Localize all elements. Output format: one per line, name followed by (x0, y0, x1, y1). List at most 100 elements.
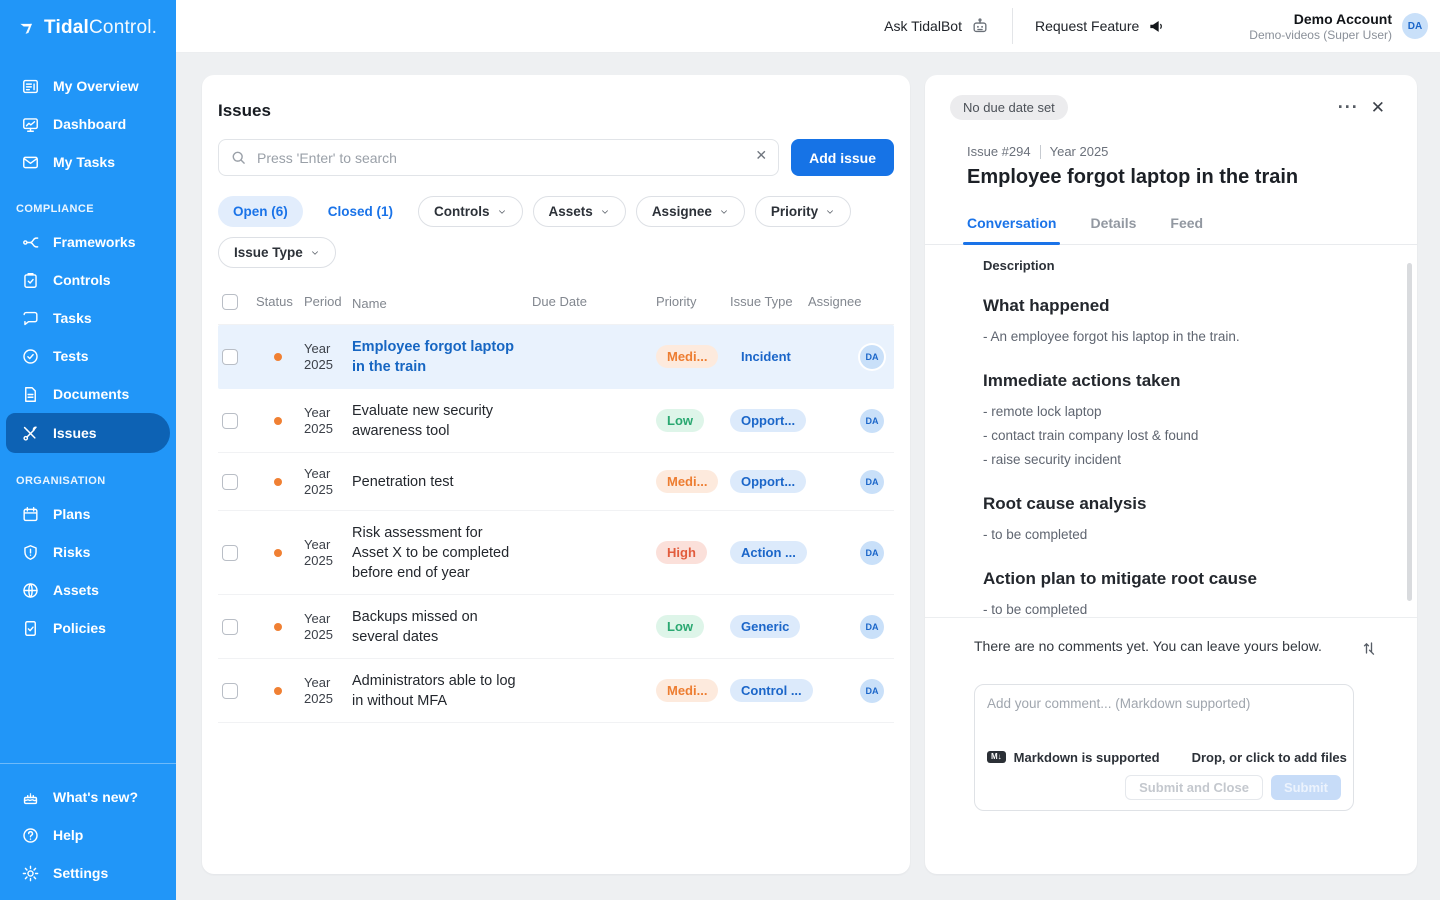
status-dot (274, 353, 282, 361)
issue-type-badge: Control ... (730, 679, 813, 702)
table-row[interactable]: Year 2025 Evaluate new security awarenes… (218, 389, 894, 453)
filter-row-2: Issue Type (218, 237, 894, 268)
sidebar-item-tests[interactable]: Tests (0, 337, 176, 375)
priority-badge: Low (656, 615, 704, 638)
sidebar-item-risks[interactable]: Risks (0, 533, 176, 571)
sidebar-item-dashboard[interactable]: Dashboard (0, 105, 176, 143)
section-heading: Action plan to mitigate root cause (983, 569, 1383, 589)
sort-comments-icon[interactable] (1359, 638, 1379, 658)
mail-icon (21, 153, 40, 172)
sidebar-item-frameworks[interactable]: Frameworks (0, 223, 176, 261)
table-row[interactable]: Year 2025 Risk assessment for Asset X to… (218, 511, 894, 595)
sidebar-item-whats-new[interactable]: What's new? (0, 778, 176, 816)
more-options-icon[interactable]: ··· (1332, 95, 1365, 120)
tools-icon (21, 424, 40, 443)
row-checkbox[interactable] (222, 474, 238, 490)
issue-name-link[interactable]: Administrators able to log in without MF… (352, 671, 532, 711)
sidebar-item-tasks[interactable]: Tasks (0, 299, 176, 337)
section-line: - remote lock laptop (983, 402, 1383, 423)
sidebar-item-assets[interactable]: Assets (0, 571, 176, 609)
assignee-avatar: DA (860, 679, 884, 703)
issue-name-link[interactable]: Employee forgot laptop in the train (352, 337, 532, 377)
request-feature-button[interactable]: Request Feature (1013, 16, 1189, 36)
filter-controls-dropdown[interactable]: Controls (418, 196, 523, 227)
table-row[interactable]: Year 2025 Backups missed on several date… (218, 595, 894, 659)
sidebar-item-my-tasks[interactable]: My Tasks (0, 143, 176, 181)
row-checkbox[interactable] (222, 683, 238, 699)
account-info[interactable]: Demo Account Demo-videos (Super User) (1249, 11, 1392, 42)
search-clear-icon[interactable]: ✕ (755, 147, 767, 164)
filter-open[interactable]: Open (6) (218, 196, 303, 227)
filter-label: Priority (771, 204, 818, 219)
add-files-button[interactable]: Drop, or click to add files (1192, 750, 1347, 765)
scrollbar-thumb[interactable] (1407, 263, 1412, 601)
section-heading: What happened (983, 296, 1383, 316)
sidebar-item-settings[interactable]: Settings (0, 854, 176, 892)
table-row[interactable]: Year 2025 Employee forgot laptop in the … (218, 325, 894, 389)
table-row[interactable]: Year 2025 Administrators able to log in … (218, 659, 894, 723)
add-issue-button[interactable]: Add issue (791, 139, 894, 176)
sidebar-nav-main: My Overview Dashboard My Tasks (0, 67, 176, 181)
row-checkbox[interactable] (222, 545, 238, 561)
sidebar-item-issues[interactable]: Issues (6, 413, 170, 453)
issue-type-badge: Incident (730, 345, 802, 368)
issue-name-link[interactable]: Evaluate new security awareness tool (352, 401, 532, 441)
table-row[interactable]: Year 2025 Penetration test Medi... Oppor… (218, 453, 894, 511)
tab-details[interactable]: Details (1090, 215, 1136, 244)
filter-label: Controls (434, 204, 490, 219)
submit-and-close-button[interactable]: Submit and Close (1125, 775, 1263, 800)
no-comments-text: There are no comments yet. You can leave… (974, 638, 1359, 654)
issue-name-link[interactable]: Penetration test (352, 472, 532, 492)
close-icon[interactable]: ✕ (1365, 96, 1391, 120)
detail-tabs: Conversation Details Feed (925, 215, 1417, 245)
row-checkbox[interactable] (222, 619, 238, 635)
row-checkbox[interactable] (222, 413, 238, 429)
filter-priority-dropdown[interactable]: Priority (755, 196, 851, 227)
issue-reference: Issue #294 Year 2025 (967, 144, 1393, 159)
sidebar-item-my-overview[interactable]: My Overview (0, 67, 176, 105)
account-avatar[interactable]: DA (1402, 13, 1428, 39)
sidebar-item-plans[interactable]: Plans (0, 495, 176, 533)
sidebar-item-label: Tasks (53, 310, 92, 326)
gear-icon (21, 864, 40, 883)
issue-type-badge: Generic (730, 615, 800, 638)
section-label-organisation: ORGANISATION (0, 453, 176, 495)
issue-name-link[interactable]: Backups missed on several dates (352, 607, 532, 647)
filter-issue-type-dropdown[interactable]: Issue Type (218, 237, 336, 268)
row-checkbox[interactable] (222, 349, 238, 365)
section-line: - raise security incident (983, 450, 1383, 471)
sidebar-item-label: Frameworks (53, 234, 135, 250)
select-all-checkbox[interactable] (222, 294, 238, 310)
sidebar-item-label: Policies (53, 620, 106, 636)
sidebar-item-label: Risks (53, 544, 90, 560)
filter-closed[interactable]: Closed (1) (313, 196, 408, 227)
tab-conversation[interactable]: Conversation (967, 215, 1056, 244)
request-feature-label: Request Feature (1035, 18, 1139, 34)
ask-tidalbot-button[interactable]: Ask TidalBot (862, 16, 1012, 36)
chevron-down-icon (600, 207, 610, 217)
tab-feed[interactable]: Feed (1170, 215, 1203, 244)
sidebar-item-policies[interactable]: Policies (0, 609, 176, 647)
sidebar-item-label: Dashboard (53, 116, 126, 132)
filter-assignee-dropdown[interactable]: Assignee (636, 196, 745, 227)
section-line: - to be completed (983, 525, 1383, 546)
filter-label: Issue Type (234, 245, 303, 260)
section-line: - contact train company lost & found (983, 426, 1383, 447)
app-logo[interactable]: TidalControl. (0, 0, 176, 53)
issue-name-link[interactable]: Risk assessment for Asset X to be comple… (352, 523, 532, 583)
filter-assets-dropdown[interactable]: Assets (533, 196, 626, 227)
search-input[interactable] (218, 139, 779, 176)
submit-button[interactable]: Submit (1271, 775, 1341, 800)
issue-type-badge: Opport... (730, 409, 806, 432)
sidebar-item-documents[interactable]: Documents (0, 375, 176, 413)
comment-composer: M↓ Markdown is supported Drop, or click … (974, 684, 1354, 811)
sidebar-divider (0, 763, 176, 764)
issues-panel: Issues ✕ Add issue Open (6) Closed (1) C… (202, 75, 910, 874)
page-title: Issues (218, 101, 894, 121)
cake-icon (21, 788, 40, 807)
comment-input[interactable] (987, 696, 1341, 738)
sidebar-item-help[interactable]: Help (0, 816, 176, 854)
chevron-down-icon (497, 207, 507, 217)
sidebar-item-controls[interactable]: Controls (0, 261, 176, 299)
col-header-name: Name (352, 294, 532, 314)
